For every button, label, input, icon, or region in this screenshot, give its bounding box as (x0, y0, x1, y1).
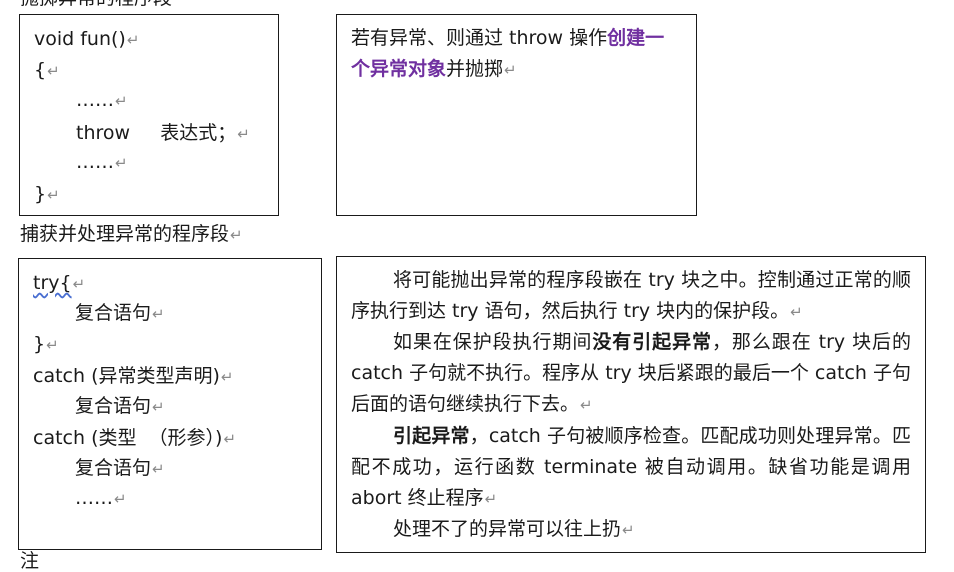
code-line-function: void fun()↵ (34, 28, 140, 50)
paragraph-mark-icon: ↵ (504, 61, 517, 79)
paragraph-mark-icon: ↵ (790, 303, 803, 321)
explanation-paragraph-2: 如果在保护段执行期间没有引起异常，那么跟在 try 块后的 catch 子句就不… (351, 331, 911, 415)
code-line-try-close: }↵ (33, 333, 59, 355)
explanation-paragraph-4: 处理不了的异常可以往上扔↵ (393, 518, 635, 540)
code-line-ellipsis-2: ……↵ (76, 151, 128, 173)
code-line-close-brace: }↵ (34, 183, 60, 205)
throw-code-box: void fun()↵ {↵ ……↵ throw 表达式；↵ ……↵ }↵ (19, 14, 279, 216)
paragraph-mark-icon: ↵ (622, 521, 635, 539)
try-catch-code-box: try{↵ 复合语句↵ }↵ catch (异常类型声明)↵ 复合语句↵ cat… (18, 258, 322, 550)
paragraph-mark-icon: ↵ (152, 398, 165, 416)
paragraph-mark-icon: ↵ (72, 275, 86, 293)
throw-explanation-line-1: 若有异常、则通过 throw 操作创建一 (351, 27, 665, 49)
explanation-paragraph-3: 引起异常，catch 子句被顺序检查。匹配成功则处理异常。匹配不成功，运行函数 … (351, 425, 911, 509)
paragraph-mark-icon: ↵ (230, 226, 243, 244)
code-line-compound-1: 复合语句↵ (75, 302, 165, 324)
code-line-try: try{↵ (33, 272, 86, 294)
paragraph-mark-icon: ↵ (47, 186, 60, 204)
paragraph-mark-icon: ↵ (46, 336, 59, 354)
paragraph-mark-icon: ↵ (237, 125, 250, 143)
code-line-catch-2: catch (类型 （形参）)↵ (33, 427, 237, 449)
paragraph-mark-icon: ↵ (220, 368, 234, 386)
paragraph-mark-icon: ↵ (152, 305, 165, 323)
code-line-open-brace: {↵ (34, 59, 60, 81)
code-line-compound-2: 复合语句↵ (75, 395, 165, 417)
paragraph-mark-icon: ↵ (115, 92, 128, 110)
code-line-catch-1: catch (异常类型声明)↵ (33, 365, 234, 387)
code-line-throw: throw 表达式；↵ (76, 122, 250, 144)
top-clipped-caption: 抛掷异常的程序段 (20, 0, 172, 9)
paragraph-mark-icon: ↵ (223, 430, 237, 448)
explanation-paragraph-1: 将可能抛出异常的程序段嵌在 try 块之中。控制通过正常的顺序执行到达 try … (351, 269, 911, 322)
paragraph-mark-icon: ↵ (152, 460, 165, 478)
paragraph-mark-icon: ↵ (126, 31, 140, 49)
code-line-compound-3: 复合语句↵ (75, 457, 165, 479)
bottom-clipped-text: 注 (20, 550, 40, 572)
paragraph-mark-icon: ↵ (484, 490, 498, 508)
paragraph-mark-icon: ↵ (114, 490, 127, 508)
paragraph-mark-icon: ↵ (580, 396, 593, 414)
throw-explanation-line-2: 个异常对象并抛掷↵ (351, 58, 517, 80)
code-line-ellipsis-3: ……↵ (75, 487, 127, 509)
throw-explanation-box: 若有异常、则通过 throw 操作创建一 个异常对象并抛掷↵ (336, 14, 697, 216)
code-line-ellipsis-1: ……↵ (76, 89, 128, 111)
try-catch-explanation-box: 将可能抛出异常的程序段嵌在 try 块之中。控制通过正常的顺序执行到达 try … (336, 256, 926, 553)
catch-section-caption: 捕获并处理异常的程序段↵ (20, 223, 243, 245)
paragraph-mark-icon: ↵ (47, 62, 60, 80)
paragraph-mark-icon: ↵ (115, 154, 128, 172)
